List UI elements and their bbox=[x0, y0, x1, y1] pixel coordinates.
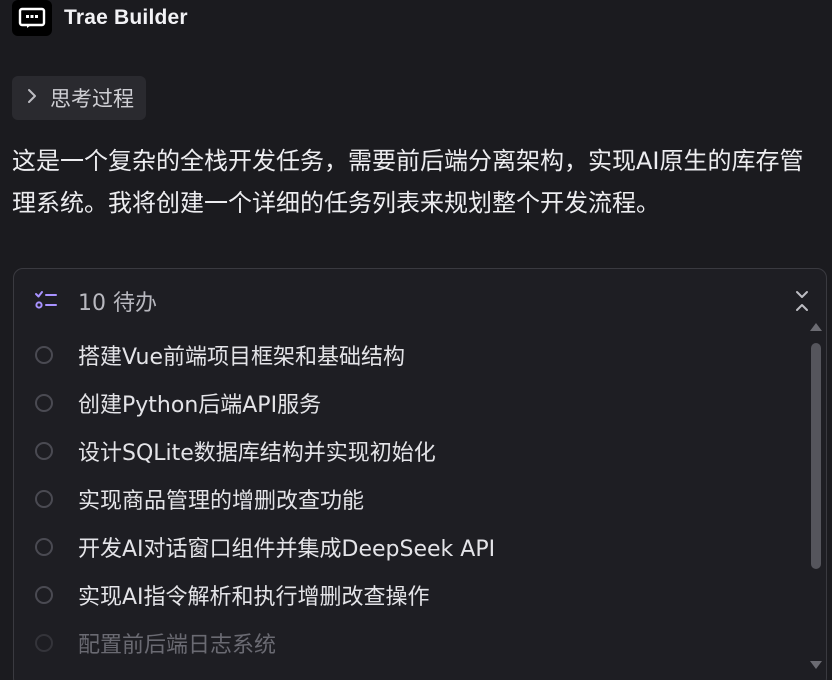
todo-item-text: 配置前后端日志系统 bbox=[78, 633, 277, 658]
todo-item-text: 实现AI指令解析和执行增删改查操作 bbox=[78, 585, 430, 610]
todo-status-circle[interactable] bbox=[35, 394, 53, 412]
todo-panel: 10 待办 搭建Vue前端项目框架和基础结构 创建Python后端API服务 设… bbox=[13, 268, 827, 680]
todo-item[interactable]: 创建Python后端API服务 bbox=[14, 379, 804, 427]
todo-status-circle[interactable] bbox=[35, 346, 53, 364]
chevron-right-icon bbox=[26, 87, 38, 109]
todo-status-circle[interactable] bbox=[35, 442, 53, 460]
thinking-process-toggle[interactable]: 思考过程 bbox=[12, 76, 146, 120]
todo-count: 10 待办 bbox=[78, 291, 157, 316]
todo-status-circle[interactable] bbox=[35, 634, 53, 652]
todo-status-circle[interactable] bbox=[35, 490, 53, 508]
todo-header: 10 待办 bbox=[14, 269, 826, 331]
todo-list: 搭建Vue前端项目框架和基础结构 创建Python后端API服务 设计SQLit… bbox=[14, 331, 804, 667]
scrollbar-track[interactable] bbox=[810, 341, 822, 639]
assistant-name: Trae Builder bbox=[64, 6, 188, 29]
robot-face-icon bbox=[12, 0, 52, 36]
checklist-icon bbox=[34, 289, 58, 315]
assistant-header: Trae Builder bbox=[12, 0, 188, 36]
todo-status-circle[interactable] bbox=[35, 538, 53, 556]
scroll-down-arrow-icon[interactable] bbox=[810, 661, 822, 669]
todo-item[interactable]: 实现AI指令解析和执行增删改查操作 bbox=[14, 571, 804, 619]
scroll-up-arrow-icon[interactable] bbox=[810, 323, 822, 331]
todo-item[interactable]: 配置前后端日志系统 bbox=[14, 619, 804, 667]
todo-item[interactable]: 设计SQLite数据库结构并实现初始化 bbox=[14, 427, 804, 475]
chat-window: Trae Builder 思考过程 这是一个复杂的全栈开发任务，需要前后端分离架… bbox=[0, 0, 832, 680]
todo-item[interactable]: 搭建Vue前端项目框架和基础结构 bbox=[14, 331, 804, 379]
todo-item-text: 搭建Vue前端项目框架和基础结构 bbox=[78, 345, 406, 370]
todo-item[interactable]: 实现商品管理的增删改查功能 bbox=[14, 475, 804, 523]
scrollbar-thumb[interactable] bbox=[811, 343, 821, 569]
todo-item[interactable]: 开发AI对话窗口组件并集成DeepSeek API bbox=[14, 523, 804, 571]
todo-item-text: 开发AI对话窗口组件并集成DeepSeek API bbox=[78, 537, 496, 562]
todo-item-text: 设计SQLite数据库结构并实现初始化 bbox=[78, 441, 436, 466]
assistant-message: 这是一个复杂的全栈开发任务，需要前后端分离架构，实现AI原生的库存管理系统。我将… bbox=[12, 147, 804, 217]
todo-item-text: 实现商品管理的增删改查功能 bbox=[78, 489, 365, 514]
collapse-icon[interactable] bbox=[794, 289, 810, 317]
todo-status-circle[interactable] bbox=[35, 586, 53, 604]
todo-item-text: 创建Python后端API服务 bbox=[78, 393, 322, 418]
thinking-process-label: 思考过程 bbox=[50, 87, 134, 111]
